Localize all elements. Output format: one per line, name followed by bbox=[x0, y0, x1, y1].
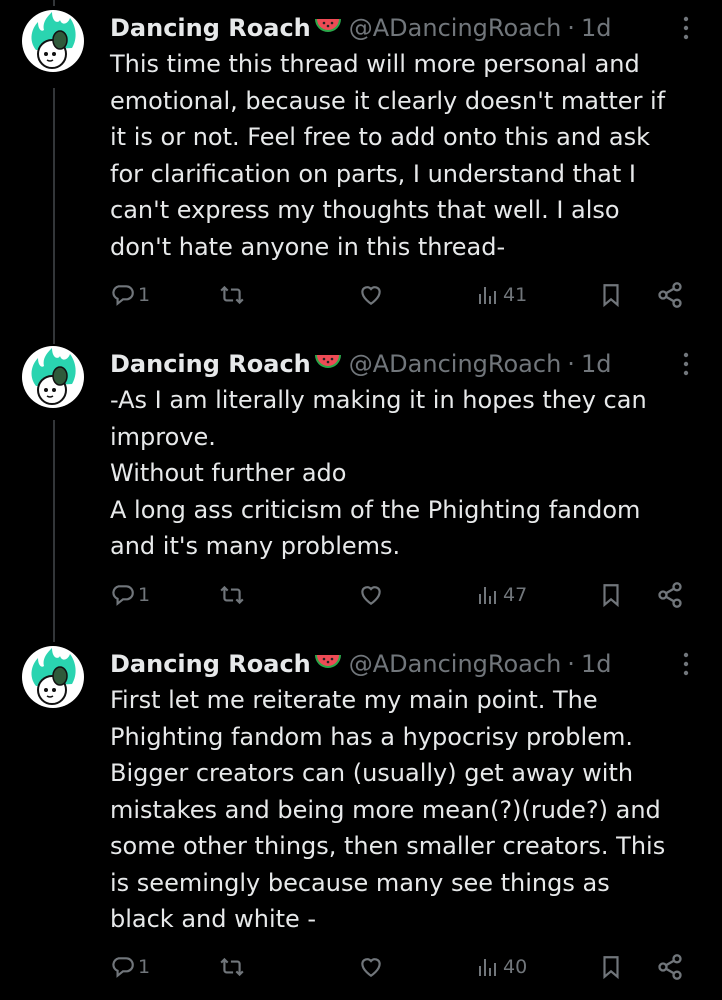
repost-icon bbox=[220, 957, 244, 977]
tweet-header: Dancing Roach @ADancingRoach · 1d bbox=[110, 10, 611, 46]
avatar[interactable] bbox=[22, 346, 84, 408]
views-count: 47 bbox=[503, 584, 528, 606]
bookmark-icon bbox=[603, 284, 619, 308]
reply-count: 1 bbox=[138, 956, 151, 978]
share-icon bbox=[658, 582, 682, 608]
tweet[interactable]: Dancing Roach @ADancingRoach · 1d First … bbox=[0, 642, 722, 1000]
repost-icon bbox=[220, 585, 244, 605]
bookmark-button[interactable] bbox=[598, 952, 624, 982]
author-handle[interactable]: @ADancingRoach bbox=[349, 350, 562, 378]
reply-count: 1 bbox=[138, 284, 151, 306]
views-icon bbox=[479, 959, 496, 976]
more-options-icon[interactable] bbox=[676, 650, 696, 678]
author-handle[interactable]: @ADancingRoach bbox=[349, 14, 562, 42]
reply-icon bbox=[112, 957, 134, 978]
reply-button[interactable]: 1 bbox=[110, 580, 150, 610]
timestamp[interactable]: 1d bbox=[581, 650, 612, 678]
bookmark-icon bbox=[603, 956, 619, 980]
like-button[interactable] bbox=[358, 952, 384, 982]
views-button[interactable]: 41 bbox=[476, 280, 527, 310]
bookmark-icon bbox=[603, 584, 619, 608]
views-count: 40 bbox=[503, 956, 528, 978]
watermelon-icon bbox=[313, 350, 343, 378]
share-button[interactable] bbox=[656, 952, 684, 982]
views-button[interactable]: 47 bbox=[476, 580, 527, 610]
timestamp[interactable]: 1d bbox=[581, 350, 612, 378]
repost-icon bbox=[220, 285, 244, 305]
repost-button[interactable] bbox=[218, 952, 246, 982]
share-icon bbox=[658, 282, 682, 308]
watermelon-icon bbox=[313, 14, 343, 42]
author-name[interactable]: Dancing Roach bbox=[110, 14, 311, 42]
like-button[interactable] bbox=[358, 280, 384, 310]
action-bar: 1 41 bbox=[110, 280, 690, 310]
like-button[interactable] bbox=[358, 580, 384, 610]
separator-dot: · bbox=[567, 650, 575, 678]
share-button[interactable] bbox=[656, 280, 684, 310]
author-handle[interactable]: @ADancingRoach bbox=[349, 650, 562, 678]
heart-icon bbox=[361, 958, 381, 977]
separator-dot: · bbox=[567, 350, 575, 378]
avatar[interactable] bbox=[22, 10, 84, 72]
share-icon bbox=[658, 954, 682, 980]
author-name[interactable]: Dancing Roach bbox=[110, 650, 311, 678]
repost-button[interactable] bbox=[218, 280, 246, 310]
bookmark-button[interactable] bbox=[598, 580, 624, 610]
watermelon-icon bbox=[313, 650, 343, 678]
separator-dot: · bbox=[567, 14, 575, 42]
reply-icon bbox=[112, 585, 134, 606]
more-options-icon[interactable] bbox=[676, 14, 696, 42]
reply-button[interactable]: 1 bbox=[110, 280, 150, 310]
reply-icon bbox=[112, 285, 134, 306]
more-options-icon[interactable] bbox=[676, 350, 696, 378]
tweet[interactable]: Dancing Roach @ADancingRoach · 1d This t… bbox=[0, 6, 722, 326]
bookmark-button[interactable] bbox=[598, 280, 624, 310]
action-bar: 1 40 bbox=[110, 952, 690, 982]
tweet-header: Dancing Roach @ADancingRoach · 1d bbox=[110, 346, 611, 382]
tweet-text: First let me reiterate my main point. Th… bbox=[110, 686, 666, 933]
reply-button[interactable]: 1 bbox=[110, 952, 150, 982]
reply-count: 1 bbox=[138, 584, 151, 606]
timestamp[interactable]: 1d bbox=[581, 14, 612, 42]
tweet[interactable]: Dancing Roach @ADancingRoach · 1d -As I … bbox=[0, 342, 722, 632]
action-bar: 1 47 bbox=[110, 580, 690, 610]
tweet-header: Dancing Roach @ADancingRoach · 1d bbox=[110, 646, 611, 682]
tweet-text: This time this thread will more personal… bbox=[110, 50, 666, 261]
tweet-text: -As I am literally making it in hopes th… bbox=[110, 386, 647, 560]
heart-icon bbox=[361, 286, 381, 305]
share-button[interactable] bbox=[656, 580, 684, 610]
views-count: 41 bbox=[503, 284, 528, 306]
views-icon bbox=[479, 587, 496, 604]
heart-icon bbox=[361, 586, 381, 605]
views-button[interactable]: 40 bbox=[476, 952, 527, 982]
avatar[interactable] bbox=[22, 646, 84, 708]
author-name[interactable]: Dancing Roach bbox=[110, 350, 311, 378]
views-icon bbox=[479, 287, 496, 304]
repost-button[interactable] bbox=[218, 580, 246, 610]
